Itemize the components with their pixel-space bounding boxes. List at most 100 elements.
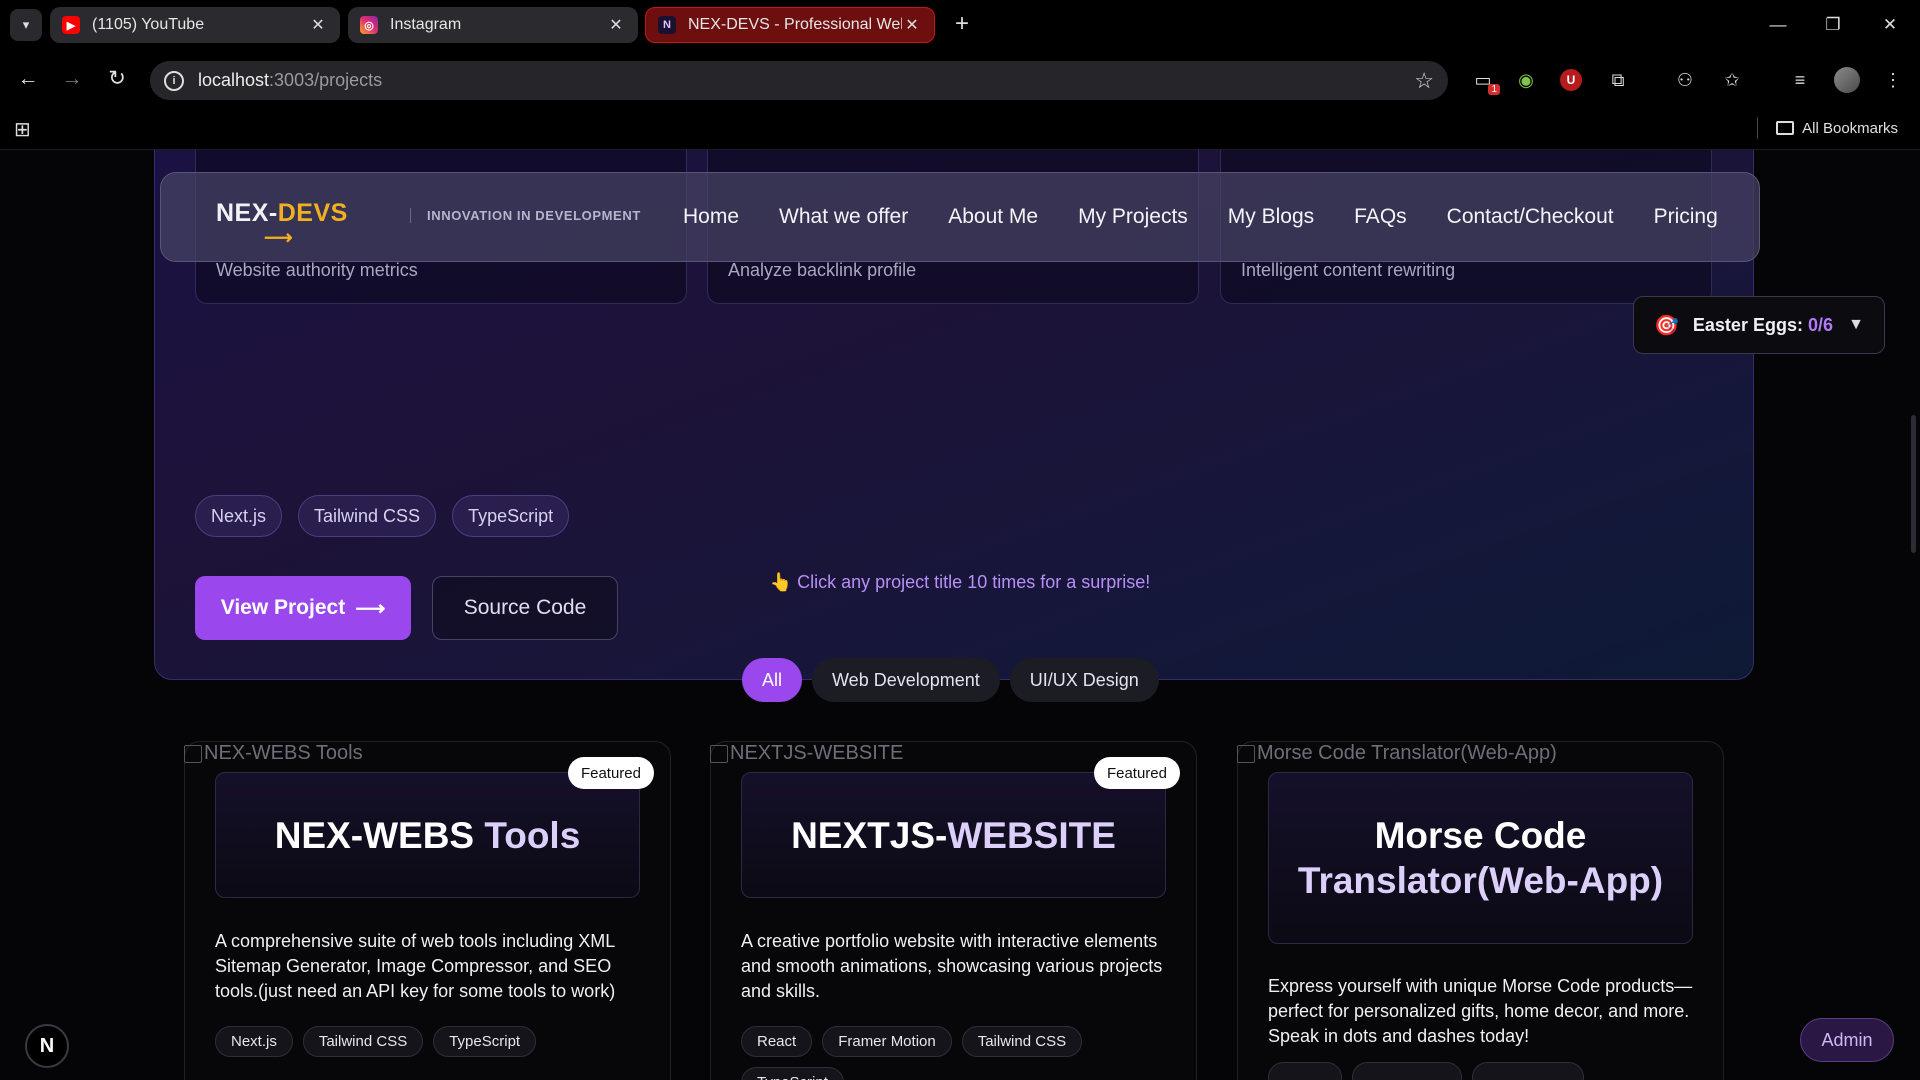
admin-button[interactable]: Admin [1800, 1018, 1894, 1062]
scrollbar-thumb[interactable] [1911, 415, 1916, 553]
favorites-icon[interactable]: ✩ [1719, 67, 1745, 93]
nav-pricing[interactable]: Pricing [1654, 205, 1718, 229]
instagram-icon: ◎ [360, 16, 378, 34]
tab-youtube[interactable]: ▶ (1105) YouTube ✕ [50, 7, 340, 43]
tech-tag: Tailwind CSS [298, 495, 437, 537]
filter-all[interactable]: All [742, 658, 803, 702]
forward-button[interactable]: → [57, 64, 87, 94]
nav-faqs[interactable]: FAQs [1354, 205, 1407, 229]
tech-tag: Next.js [215, 1026, 293, 1057]
nav-links: Home What we offer About Me My Projects … [683, 205, 1718, 229]
project-card[interactable]: Morse Code Translator(Web-App) Morse Cod… [1237, 741, 1724, 1080]
tech-tag [1472, 1062, 1584, 1080]
project-tags: React Framer Motion Tailwind CSS TypeScr… [741, 1026, 1181, 1080]
surprise-hint: 👆 Click any project title 10 times for a… [769, 572, 1151, 592]
tech-tag: TypeScript [741, 1067, 844, 1080]
brand-tagline: INNOVATION IN DEVELOPMENT [410, 208, 641, 223]
filter-web-development[interactable]: Web Development [812, 658, 1000, 702]
broken-image-icon [1237, 744, 1255, 763]
project-tags [1268, 1062, 1708, 1080]
dropdown-triangle-icon: ▼ [1848, 316, 1864, 333]
site-navbar: NEX-DEVS ⟶ INNOVATION IN DEVELOPMENT Hom… [160, 172, 1760, 262]
broken-image: NEXTJS-WEBSITE [710, 742, 903, 765]
tab-instagram[interactable]: ◎ Instagram ✕ [348, 7, 638, 43]
url-text[interactable]: localhost:3003/projects [198, 70, 1414, 91]
tech-tag [1352, 1062, 1462, 1080]
broken-image-icon [184, 744, 202, 763]
nex-devs-favicon: N [658, 16, 676, 34]
featured-badge: Featured [567, 757, 654, 789]
broken-image-icon [710, 744, 728, 763]
broken-image: Morse Code Translator(Web-App) [1237, 742, 1557, 765]
extension-globe-icon[interactable]: ◉ [1513, 67, 1539, 93]
minimize-button[interactable]: — [1758, 10, 1798, 40]
address-bar[interactable]: i localhost:3003/projects ☆ [150, 61, 1448, 100]
divider [1757, 117, 1759, 139]
tab-strip: ▾ ▶ (1105) YouTube ✕ ◎ Instagram ✕ N NEX… [0, 0, 1920, 50]
restore-button[interactable]: ❐ [1813, 10, 1853, 40]
nav-home[interactable]: Home [683, 205, 739, 229]
project-description: Express yourself with unique Morse Code … [1268, 976, 1693, 1046]
ublock-icon[interactable]: U [1558, 67, 1584, 93]
filter-ui-ux-design[interactable]: UI/UX Design [1009, 658, 1159, 702]
tab-nex-devs[interactable]: N NEX-DEVS - Professional Web/A ✕ [645, 7, 935, 43]
project-card[interactable]: NEXTJS-WEBSITE NEXTJS-WEBSITE Featured A… [710, 741, 1197, 1080]
easter-eggs-toggle[interactable]: 🎯 Easter Eggs: 0/6 ▼ [1633, 296, 1885, 354]
tech-tag: React [741, 1026, 813, 1057]
nav-about-me[interactable]: About Me [948, 205, 1038, 229]
youtube-icon: ▶ [62, 16, 80, 34]
tech-tags: Next.js Tailwind CSS TypeScript [195, 495, 570, 537]
logo-arrow-icon: ⟶ [264, 227, 294, 249]
media-control-icon[interactable]: ≡ [1787, 67, 1813, 93]
extension-screen-icon[interactable]: ▭ 1 [1470, 67, 1500, 95]
tech-tag: Next.js [195, 495, 283, 537]
profile-avatar[interactable] [1834, 67, 1860, 93]
broken-image: NEX-WEBS Tools [184, 742, 363, 765]
folder-icon [1776, 121, 1795, 135]
arrow-right-icon: ⟶ [355, 596, 386, 620]
page-scrollbar[interactable] [1911, 150, 1917, 1080]
tech-tag [1268, 1062, 1342, 1080]
featured-badge: Featured [1093, 757, 1180, 789]
nav-my-blogs[interactable]: My Blogs [1228, 205, 1314, 229]
nav-my-projects[interactable]: My Projects [1078, 205, 1188, 229]
reload-button[interactable]: ↻ [102, 64, 132, 94]
easter-eggs-count: 0/6 [1807, 314, 1833, 335]
menu-kebab-icon[interactable]: ⋮ [1880, 67, 1906, 93]
project-title[interactable]: NEX-WEBS Tools [215, 772, 640, 898]
category-filters: All Web Development UI/UX Design [742, 658, 1159, 702]
tab-search-button[interactable]: ▾ [10, 9, 42, 41]
close-icon[interactable]: ✕ [308, 15, 328, 35]
close-window-button[interactable]: ✕ [1870, 10, 1910, 40]
tech-tag: Framer Motion [822, 1026, 952, 1057]
project-title[interactable]: Morse Code Translator(Web-App) [1268, 772, 1693, 944]
tech-tag: Tailwind CSS [961, 1026, 1083, 1057]
project-description: A comprehensive suite of web tools inclu… [215, 931, 616, 1001]
incognito-icon[interactable]: ⚇ [1672, 67, 1698, 93]
new-tab-button[interactable]: + [949, 12, 975, 38]
page-viewport: Website authority metrics Analyze backli… [0, 150, 1920, 1080]
close-icon[interactable]: ✕ [606, 15, 626, 35]
target-icon: 🎯 [1654, 314, 1679, 337]
nav-what-we-offer[interactable]: What we offer [779, 205, 908, 229]
all-bookmarks-button[interactable]: All Bookmarks [1757, 117, 1898, 139]
nav-contact-checkout[interactable]: Contact/Checkout [1447, 205, 1614, 229]
chevron-down-icon: ▾ [22, 17, 30, 32]
bookmarks-bar: ⊞ All Bookmarks [0, 108, 1920, 150]
tech-tag: TypeScript [452, 495, 570, 537]
project-title[interactable]: NEXTJS-WEBSITE [741, 772, 1166, 898]
tech-tag: TypeScript [433, 1026, 537, 1057]
project-card[interactable]: NEX-WEBS Tools NEX-WEBS Tools Featured A… [184, 741, 671, 1080]
nextjs-dev-badge[interactable]: N [25, 1024, 69, 1068]
bookmark-star-icon[interactable]: ☆ [1414, 68, 1434, 94]
site-logo[interactable]: NEX-DEVS ⟶ [216, 199, 348, 249]
extensions-puzzle-icon[interactable]: ⧉ [1605, 67, 1631, 93]
back-button[interactable]: ← [13, 64, 43, 94]
browser-chrome: ▾ ▶ (1105) YouTube ✕ ◎ Instagram ✕ N NEX… [0, 0, 1920, 150]
site-info-icon[interactable]: i [164, 70, 184, 91]
project-description: A creative portfolio website with intera… [741, 931, 1163, 1001]
tech-tag: Tailwind CSS [302, 1026, 424, 1057]
close-icon[interactable]: ✕ [902, 15, 922, 35]
browser-toolbar: ← → ↻ i localhost:3003/projects ☆ ▭ 1 ◉ U… [0, 50, 1920, 108]
apps-grid-icon[interactable]: ⊞ [14, 117, 31, 142]
